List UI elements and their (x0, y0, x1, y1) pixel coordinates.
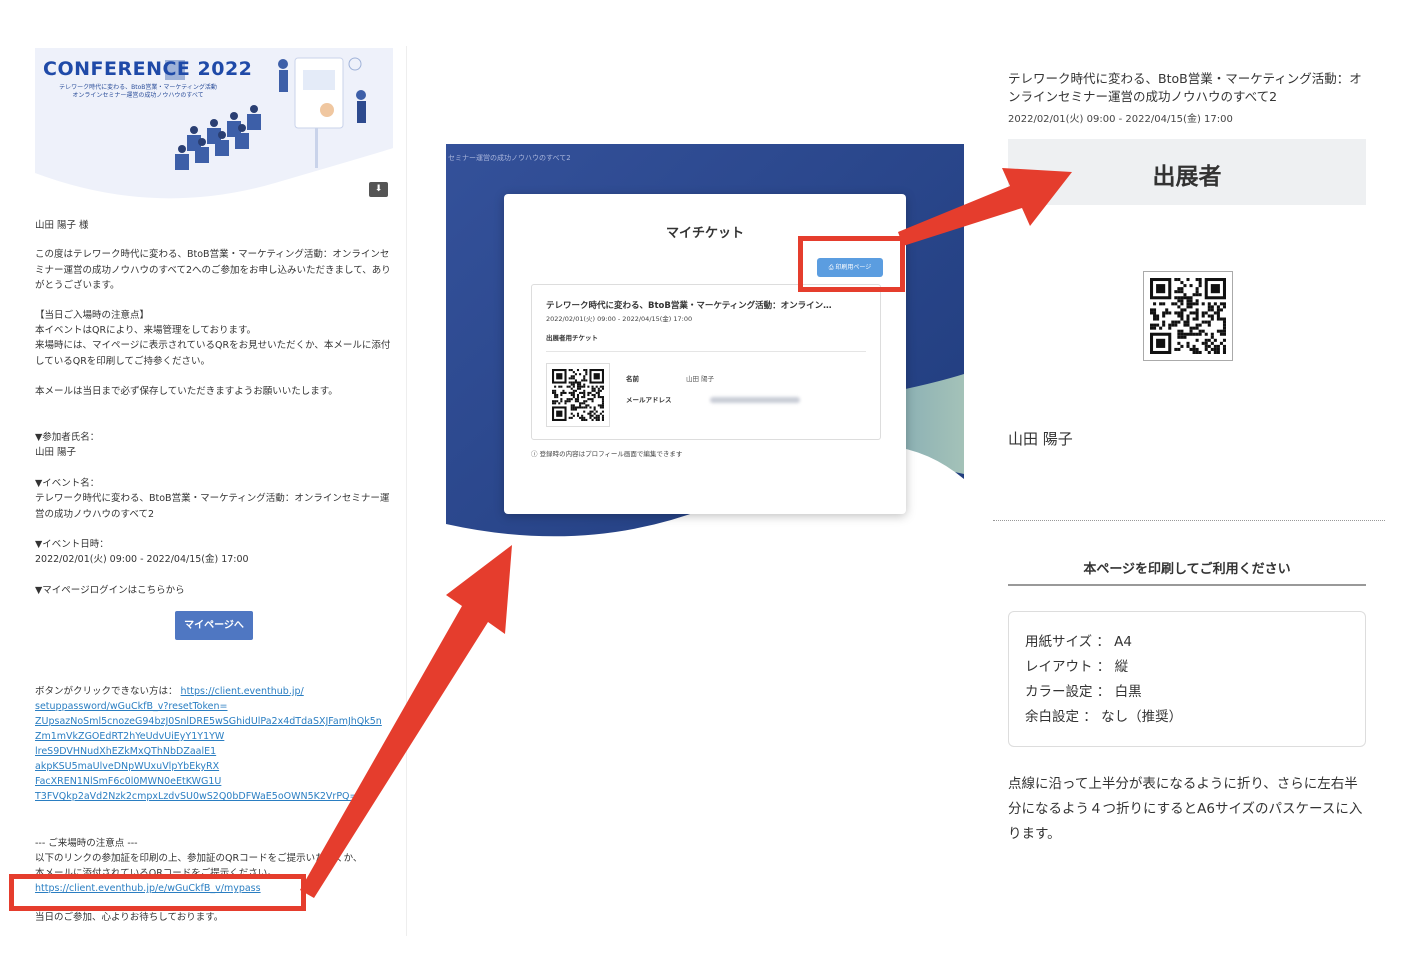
ticket-event-date: 2022/02/01(火) 09:00 - 2022/04/15(金) 17:0… (546, 315, 693, 323)
notice-heading: 【当日ご入場時の注意点】 (35, 310, 150, 321)
reset-url-line-7[interactable]: T3FVQkp2aVd2Nzk2cmpxLzdvSU0wS2Q0bDFWaE5o… (35, 789, 365, 804)
date-label: ▼イベント日時： (35, 539, 109, 550)
name-value: 山田 陽子 (686, 375, 715, 383)
reset-url-line-3[interactable]: Zm1mVkZGOEdRT2hYeUdvUiEyY1Y1YW (35, 729, 224, 744)
profile-edit-note: ⓘ 登録時の内容はプロフィール画面で編集できます (531, 450, 683, 458)
conference-banner: CONFERENCE 2022 テレワーク時代に変わる、BtoB営業・マーケティ… (35, 48, 393, 204)
banner-subtitle-line-2: オンラインセミナー運営の成功ノウハウのすべて (72, 92, 204, 99)
reset-url-line-4[interactable]: lreS9DVHNudXhEZkMxQThNbDZaalE1 (35, 744, 216, 759)
event-value: テレワーク時代に変わる、BtoB営業・マーケティング活動：オンラインセミナー運営… (35, 493, 390, 520)
keep-mail-note: 本メールは当日まで必ず保存していただきますようお願いいたします。 (35, 386, 338, 397)
ticket-type: 出展者用チケット (546, 334, 598, 342)
reset-url-line-1[interactable]: setuppassword/wGuCkfB_v?resetToken= (35, 699, 228, 714)
mypass-link-highlight (9, 874, 306, 911)
print-settings-box: 用紙サイズ ： A4 レイアウト ： 縦 カラー設定 ： 白黒 余白設定 ： な… (1008, 611, 1366, 747)
banner-subtitle: テレワーク時代に変わる、BtoB営業・マーケティング活動 オンラインセミナー運営… (43, 84, 233, 100)
banner-title: CONFERENCE 2022 (43, 58, 253, 80)
ticket-detail-card: テレワーク時代に変わる、BtoB営業・マーケティング活動：オンライン… 2022… (531, 284, 881, 440)
ticket-breadcrumb: セミナー運営の成功ノウハウのすべて2 (448, 154, 571, 162)
salutation: 山田 陽子 様 (35, 220, 89, 231)
setting-margin: 余白設定 ： なし（推奨） (1025, 709, 1183, 725)
notice-line-2: 来場時には、マイページに表示されているQRをお見せいただくか、本メールに添付して… (35, 340, 391, 367)
closing-text: 当日のご参加、心よりお待ちしております。 (35, 912, 224, 923)
email-value-redacted (710, 397, 800, 403)
print-heading-underline (1008, 584, 1366, 586)
confirmation-email: CONFERENCE 2022 テレワーク時代に変わる、BtoB営業・マーケティ… (22, 46, 407, 936)
visit-line-1: 以下のリンクの参加証を印刷の上、参加証のQRコードをご提示いただくか、 (35, 853, 363, 864)
no-click-prefix: ボタンがクリックできない方は： (35, 686, 178, 697)
ticket-qr-code (546, 363, 610, 427)
ticket-divider (546, 351, 866, 352)
setting-layout: レイアウト ： 縦 (1025, 659, 1129, 675)
print-qr-code (1143, 271, 1233, 361)
print-event-date: 2022/02/01(火) 09:00 - 2022/04/15(金) 17:0… (1008, 114, 1233, 125)
print-event-title: テレワーク時代に変わる、BtoB営業・マーケティング活動：オンラインセミナー運営… (1008, 71, 1362, 104)
category-label: 出展者 (1152, 164, 1222, 190)
visit-heading: --- ご来場時の注意点 --- (35, 838, 138, 849)
banner-subtitle-line-1: テレワーク時代に変わる、BtoB営業・マーケティング活動 (59, 84, 217, 91)
event-label: ▼イベント名： (35, 478, 100, 489)
intro-text: この度はテレワーク時代に変わる、BtoB営業・マーケティング活動：オンラインセミ… (35, 249, 391, 291)
name-label: 名前 (626, 375, 639, 383)
print-heading: 本ページを印刷してご利用ください (1083, 562, 1291, 577)
participant-value: 山田 陽子 (35, 447, 77, 458)
print-button-highlight (798, 236, 905, 292)
reset-url-line-0[interactable]: https://client.eventhub.jp/ (181, 686, 304, 697)
participant-label: ▼参加者氏名： (35, 432, 100, 443)
setting-paper-size: 用紙サイズ ： A4 (1025, 634, 1133, 650)
no-click-note: ボタンがクリックできない方は： https://client.eventhub.… (35, 684, 393, 700)
reset-url-line-6[interactable]: FacXREN1NlSmF6c0l0MWN0eEtKWG1U (35, 774, 221, 789)
download-icon[interactable]: ⬇ (369, 182, 388, 197)
fold-instructions: 点線に沿って上半分が表になるように折り、さらに左右半分になるよう４つ折りにすると… (1008, 776, 1363, 842)
email-label: メールアドレス (626, 396, 672, 404)
my-ticket-screen: セミナー運営の成功ノウハウのすべて2 マイチケット ⎙ 印刷用ページ テレワーク… (446, 144, 964, 628)
date-value: 2022/02/01(火) 09:00 - 2022/04/15(金) 17:0… (35, 554, 249, 565)
print-attendee-name: 山田 陽子 (1008, 430, 1073, 448)
reset-url-line-2[interactable]: ZUpsazNoSml5cnozeG94bzJ0SnlDRE5wSGhidUlP… (35, 714, 382, 729)
exhibitor-band: 出展者 (1008, 139, 1366, 205)
ticket-event-name: テレワーク時代に変わる、BtoB営業・マーケティング活動：オンライン… (546, 301, 832, 311)
notice-line-1: 本イベントはQRにより、来場管理をしております。 (35, 325, 256, 336)
login-label: ▼マイページログインはこちらから (35, 585, 185, 596)
setting-color: カラー設定 ： 白黒 (1025, 684, 1142, 700)
reset-url-line-5[interactable]: akpKSU5maUlveDNpWUxuVlpYbEkyRX (35, 759, 219, 774)
fold-dotted-line (993, 520, 1385, 521)
mypage-button[interactable]: マイページへ (175, 611, 253, 640)
